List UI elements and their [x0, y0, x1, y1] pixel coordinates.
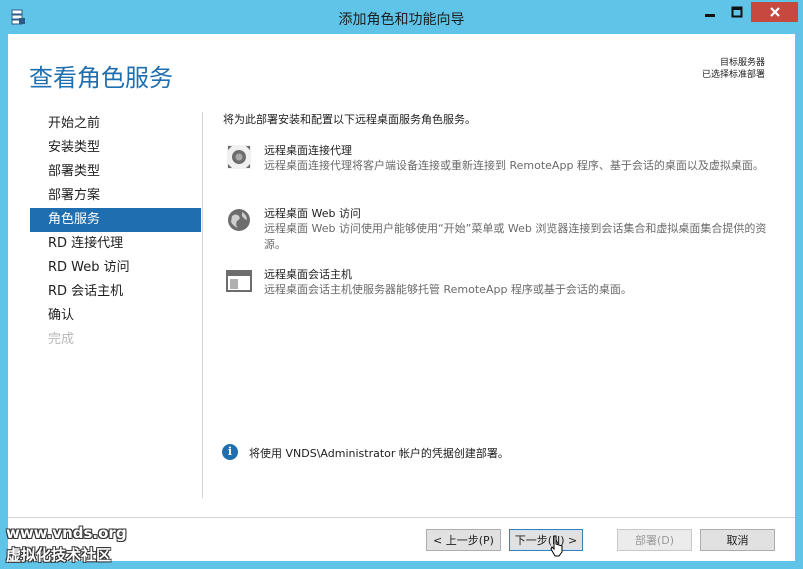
service-description: 远程桌面 Web 访问使用户能够使用“开始”菜单或 Web 浏览器连接到会话集合…: [264, 222, 767, 251]
close-icon: [769, 7, 780, 17]
window-title: 添加角色和功能向导: [338, 12, 465, 28]
cancel-button[interactable]: 取消: [700, 529, 775, 551]
service-name: 远程桌面连接代理: [264, 144, 352, 157]
nav-item-before-you-begin[interactable]: 开始之前: [30, 112, 201, 136]
nav-item-deployment-type[interactable]: 部署类型: [30, 160, 201, 184]
service-name: 远程桌面 Web 访问: [264, 207, 361, 220]
service-description: 远程桌面连接代理将客户端设备连接或重新连接到 RemoteApp 程序、基于会话…: [264, 159, 764, 172]
nav-item-rd-connection-broker[interactable]: RD 连接代理: [30, 232, 201, 256]
watermark-name: 虚拟化技术社区: [6, 546, 112, 564]
nav-item-installation-type[interactable]: 安装类型: [30, 136, 201, 160]
wizard-window: 添加角色和功能向导 查看角色服务 目标服务器 已选择标准部署 开始之前 安装类型…: [0, 0, 803, 569]
intro-text: 将为此部署安装和配置以下远程桌面服务角色服务。: [223, 113, 476, 126]
close-button[interactable]: [751, 2, 798, 22]
nav-item-rd-session-host[interactable]: RD 会话主机: [30, 280, 201, 304]
minimize-button[interactable]: [696, 2, 723, 22]
title-bar[interactable]: 添加角色和功能向导: [0, 0, 803, 34]
service-description: 远程桌面会话主机使服务器能够托管 RemoteApp 程序或基于会话的桌面。: [264, 283, 632, 296]
connection-broker-icon: [227, 145, 251, 169]
site-watermark: www.vnds.org 虚拟化技术社区: [6, 522, 127, 566]
wizard-content: 查看角色服务 目标服务器 已选择标准部署 开始之前 安装类型 部署类型 部署方案…: [8, 34, 795, 561]
next-button[interactable]: 下一步(N) >: [509, 529, 583, 551]
minimize-icon: [704, 14, 715, 17]
deploy-button: 部署(D): [617, 529, 692, 551]
page-title: 查看角色服务: [29, 64, 173, 92]
service-name: 远程桌面会话主机: [264, 268, 352, 281]
destination-value: 已选择标准部署: [701, 70, 765, 80]
nav-item-confirmation[interactable]: 确认: [30, 304, 201, 328]
info-icon: i: [222, 444, 238, 460]
info-text: 将使用 VNDS\Administrator 帐户的凭据创建部署。: [249, 447, 509, 460]
wizard-nav: 开始之前 安装类型 部署类型 部署方案 角色服务 RD 连接代理 RD Web …: [30, 112, 201, 352]
mouse-cursor-icon: [550, 535, 563, 557]
nav-item-rd-web-access[interactable]: RD Web 访问: [30, 256, 201, 280]
maximize-icon: [731, 6, 742, 18]
window-icon: [226, 270, 252, 292]
previous-button[interactable]: < 上一步(P): [426, 529, 501, 551]
nav-item-deployment-scenario[interactable]: 部署方案: [30, 184, 201, 208]
globe-icon: [228, 209, 250, 231]
destination-server: 目标服务器 已选择标准部署: [702, 57, 765, 81]
watermark-url: www.vnds.org: [6, 524, 127, 542]
nav-item-completion: 完成: [48, 332, 75, 347]
nav-divider: [202, 112, 203, 498]
nav-item-role-services[interactable]: 角色服务: [30, 208, 201, 232]
maximize-button[interactable]: [723, 2, 750, 22]
destination-label: 目标服务器: [719, 58, 765, 68]
footer-divider: [8, 517, 795, 518]
